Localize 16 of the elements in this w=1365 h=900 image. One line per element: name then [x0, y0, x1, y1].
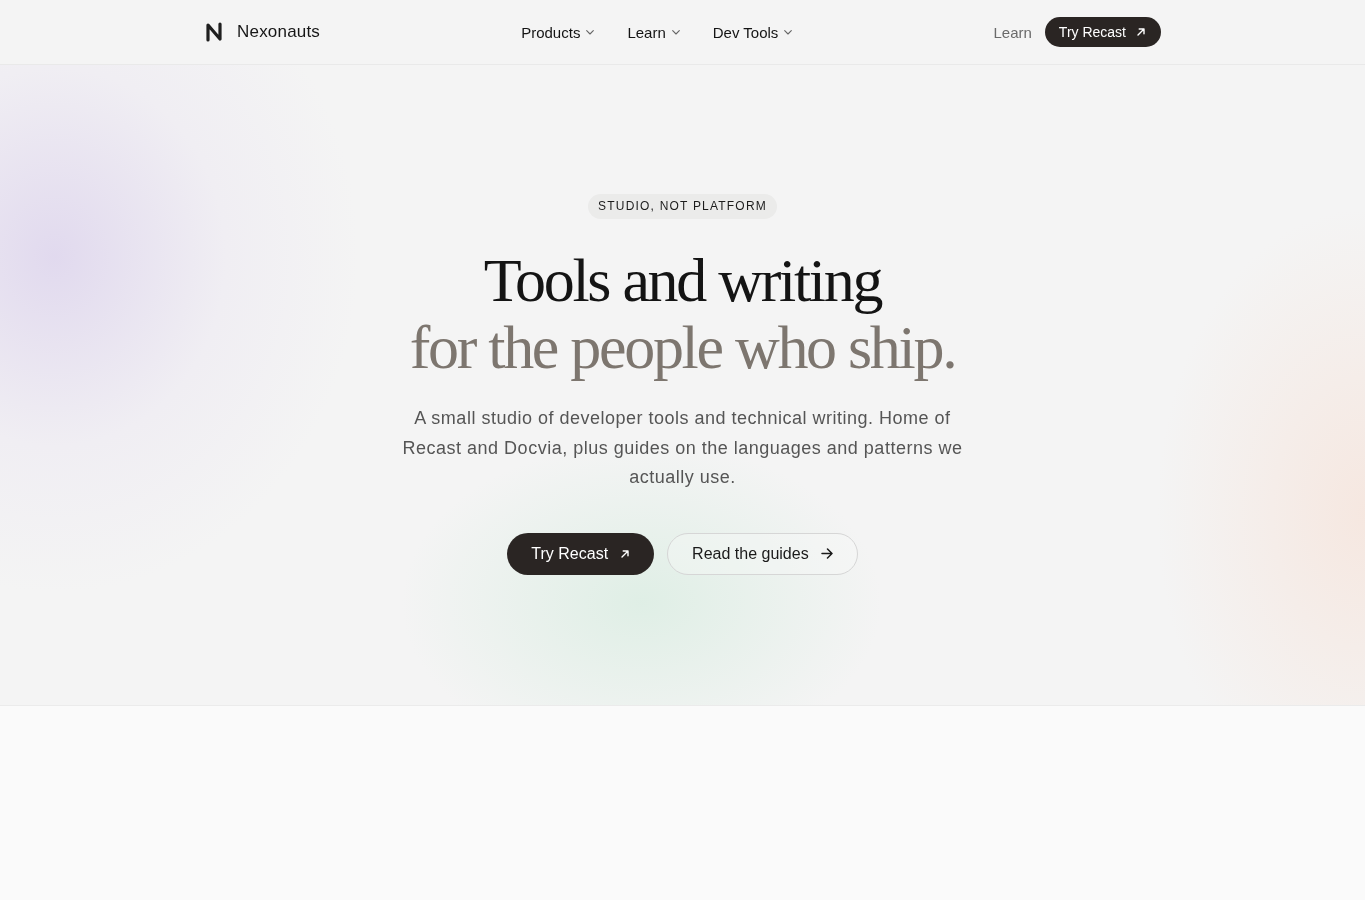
hero-heading-line: Tools and writing	[482, 247, 883, 314]
nav-link[interactable]: Learn	[993, 23, 1032, 41]
arrow-up-right-icon	[1136, 27, 1146, 37]
nav-menu-button[interactable]: Products	[521, 23, 595, 41]
hero-heading-line: for the people who ship.	[409, 314, 956, 381]
nav-menu-button[interactable]: Learn	[627, 23, 680, 41]
logo-icon	[204, 22, 224, 42]
arrow-up-right-icon	[620, 548, 631, 559]
secondary-button[interactable]: Read the guides	[667, 532, 858, 575]
eyebrow-label: STUDIO, NOT PLATFORM	[588, 194, 777, 219]
brand-name[interactable]: Nexonauts	[237, 22, 321, 42]
primary-button[interactable]: Try Recast	[507, 532, 655, 575]
hero-description: A small studio of developer tools and technical writing. Home of Recast and Docvia, plus guides on the languages and patterns we actually use.	[401, 407, 964, 489]
arrow-right-icon	[820, 548, 833, 559]
header-cta-button[interactable]: Try Recast	[1044, 17, 1161, 47]
nav-menu-button[interactable]: Dev Tools	[712, 23, 793, 41]
